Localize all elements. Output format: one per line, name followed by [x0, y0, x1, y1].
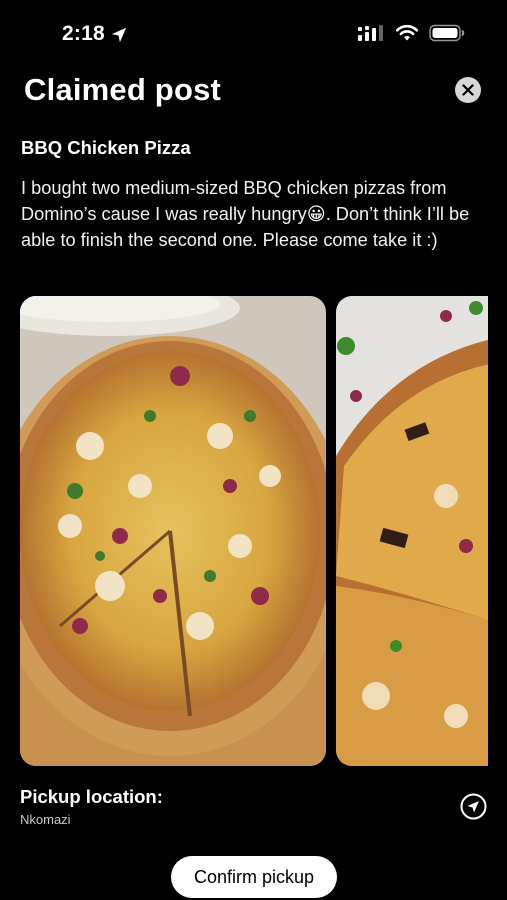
status-time: 2:18: [62, 22, 105, 45]
status-icons: [357, 24, 465, 42]
navigate-button[interactable]: [460, 793, 487, 820]
pickup-location-label: Pickup location:: [20, 786, 163, 807]
location-arrow-icon: [111, 27, 127, 43]
navigation-arrow-icon: [460, 793, 487, 820]
photo-gallery[interactable]: [20, 296, 488, 766]
pickup-location-value: Nkomazi: [20, 812, 71, 827]
cellular-signal-icon: [358, 25, 383, 41]
battery-icon: [429, 24, 465, 42]
pizza-slice-image: [336, 296, 488, 766]
pizza-image: [20, 296, 326, 766]
confirm-pickup-button[interactable]: Confirm pickup: [171, 856, 337, 898]
pizza-slice-photo[interactable]: [336, 296, 488, 766]
post-description: I bought two medium-sized BBQ chicken pi…: [21, 178, 470, 250]
close-icon: [462, 84, 474, 96]
wifi-icon: [395, 24, 419, 41]
close-button[interactable]: [455, 77, 481, 103]
status-bar: 2:18: [0, 0, 507, 70]
page-title: Claimed post: [24, 72, 222, 107]
pizza-photo[interactable]: [20, 296, 326, 766]
post-title: BBQ Chicken Pizza: [21, 137, 191, 158]
